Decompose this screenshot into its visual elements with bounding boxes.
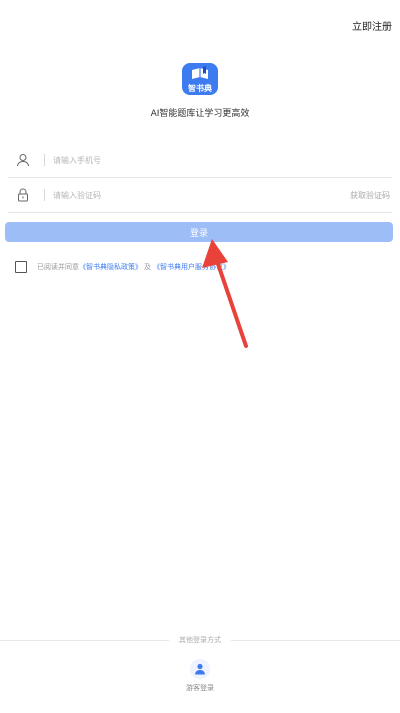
privacy-policy-link[interactable]: 《智书典隐私政策》 bbox=[79, 262, 142, 272]
book-icon bbox=[192, 66, 208, 79]
visitor-icon-circle bbox=[190, 659, 210, 679]
code-field[interactable]: 获取验证码 bbox=[8, 178, 392, 213]
slogan: AI智能题库让学习更高效 bbox=[150, 109, 250, 119]
logo-text: 智书典 bbox=[188, 84, 212, 93]
agreement-row: 已阅读并同意 《智书典隐私政策》 及 《智书典用户服务协议》 bbox=[15, 261, 230, 273]
login-button[interactable]: 登录 bbox=[5, 222, 393, 242]
other-login-divider: 其他登录方式 bbox=[0, 634, 400, 646]
agree-checkbox[interactable] bbox=[15, 261, 27, 273]
code-input[interactable] bbox=[53, 190, 350, 200]
visitor-login-button[interactable]: 游客登录 bbox=[176, 659, 224, 693]
field-separator bbox=[44, 154, 45, 166]
user-icon bbox=[12, 149, 34, 171]
get-code-button[interactable]: 获取验证码 bbox=[350, 190, 390, 201]
login-page: 立即注册 智书典 AI智能题库让学习更高效 获取验证码 bbox=[0, 0, 400, 713]
phone-input[interactable] bbox=[53, 155, 392, 165]
other-login-label: 其他登录方式 bbox=[179, 636, 221, 644]
divider-line bbox=[0, 639, 169, 641]
agreement-prefix: 已阅读并同意 bbox=[37, 263, 79, 271]
register-link[interactable]: 立即注册 bbox=[352, 18, 392, 33]
phone-field[interactable] bbox=[8, 143, 392, 178]
person-icon bbox=[195, 663, 205, 675]
agreement-conjunction: 及 bbox=[144, 263, 151, 271]
visitor-login-label: 游客登录 bbox=[186, 684, 214, 692]
divider-line bbox=[231, 639, 400, 641]
field-separator bbox=[44, 189, 45, 201]
user-agreement-link[interactable]: 《智书典用户服务协议》 bbox=[153, 262, 230, 272]
lock-icon bbox=[12, 184, 34, 206]
app-logo: 智书典 bbox=[182, 63, 218, 95]
